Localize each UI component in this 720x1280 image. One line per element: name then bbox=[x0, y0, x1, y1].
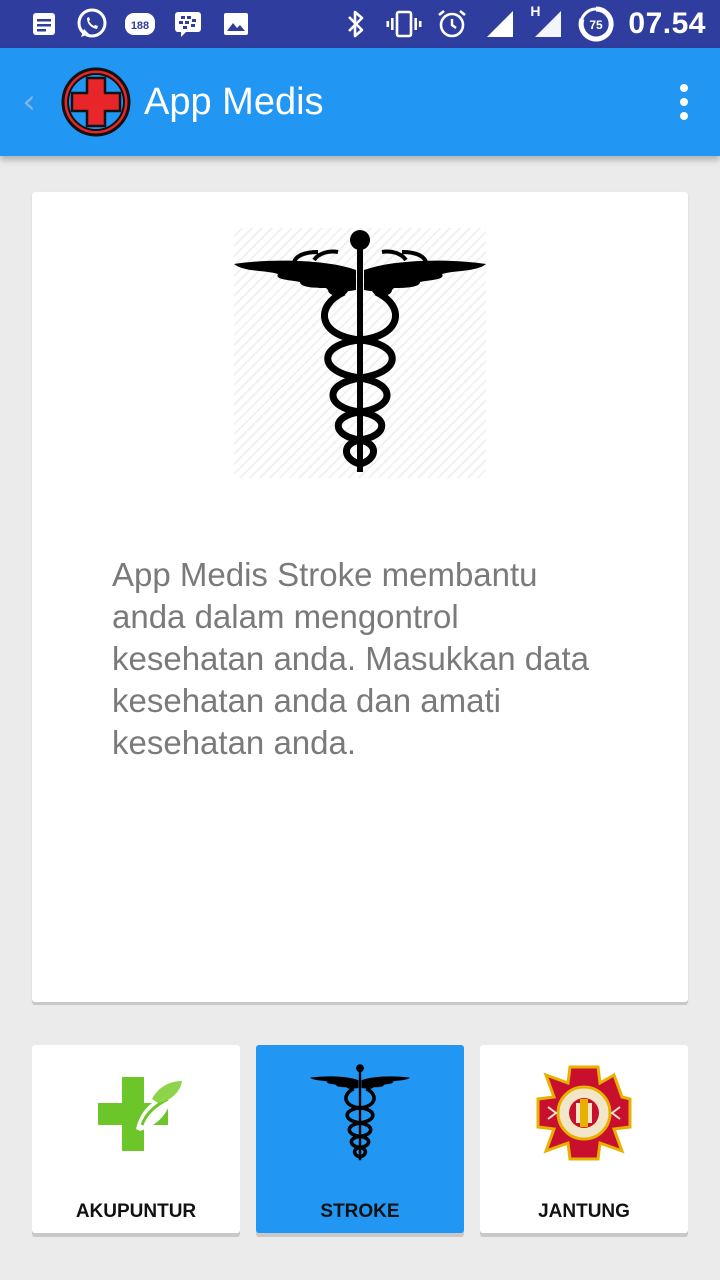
status-bar: 188 H 75 07.54 bbox=[0, 0, 720, 48]
bluetooth-icon bbox=[332, 0, 380, 48]
red-cross-icon bbox=[60, 66, 132, 138]
app-toolbar: ‹ App Medis bbox=[0, 48, 720, 156]
app-title: App Medis bbox=[144, 80, 324, 123]
info-card: App Medis Stroke membantu anda dalam men… bbox=[32, 192, 688, 1002]
status-bar-notifications: 188 bbox=[0, 0, 260, 48]
caduceus-small-icon bbox=[310, 1063, 410, 1163]
vibrate-icon bbox=[380, 0, 428, 48]
green-cross-leaf-icon bbox=[86, 1063, 186, 1163]
signal-icon bbox=[476, 0, 524, 48]
battery-level: 75 bbox=[590, 18, 604, 32]
signal-h-icon: H bbox=[524, 0, 572, 48]
tile-label-akupuntur: AKUPUNTUR bbox=[75, 1201, 197, 1222]
chevron-left-icon: ‹ bbox=[22, 82, 36, 122]
status-bar-system: H 75 07.54 bbox=[332, 0, 720, 48]
document-icon bbox=[20, 0, 68, 48]
tile-jantung[interactable]: JANTUNG bbox=[480, 1045, 688, 1233]
blackberry-icon bbox=[164, 0, 212, 48]
network-type-label: H bbox=[530, 3, 541, 19]
status-time: 07.54 bbox=[628, 7, 706, 40]
image-icon bbox=[212, 0, 260, 48]
back-button[interactable]: ‹ bbox=[0, 48, 58, 156]
app-description: App Medis Stroke membantu anda dalam men… bbox=[112, 556, 590, 761]
tile-label-jantung: JANTUNG bbox=[538, 1201, 630, 1222]
overflow-menu-icon bbox=[680, 84, 688, 92]
tile-stroke[interactable]: STROKE bbox=[256, 1045, 464, 1233]
tile-label-stroke: STROKE bbox=[320, 1201, 400, 1222]
alarm-icon bbox=[428, 0, 476, 48]
whatsapp-icon bbox=[68, 0, 116, 48]
battery-icon: 75 bbox=[572, 0, 620, 48]
bbm-badge-icon: 188 bbox=[116, 0, 164, 48]
overflow-menu-button[interactable] bbox=[648, 48, 720, 156]
fire-dept-badge-icon bbox=[534, 1063, 634, 1163]
caduceus-icon bbox=[234, 228, 486, 478]
tile-akupuntur[interactable]: AKUPUNTUR bbox=[32, 1045, 240, 1233]
notification-badge-count: 188 bbox=[131, 20, 149, 32]
